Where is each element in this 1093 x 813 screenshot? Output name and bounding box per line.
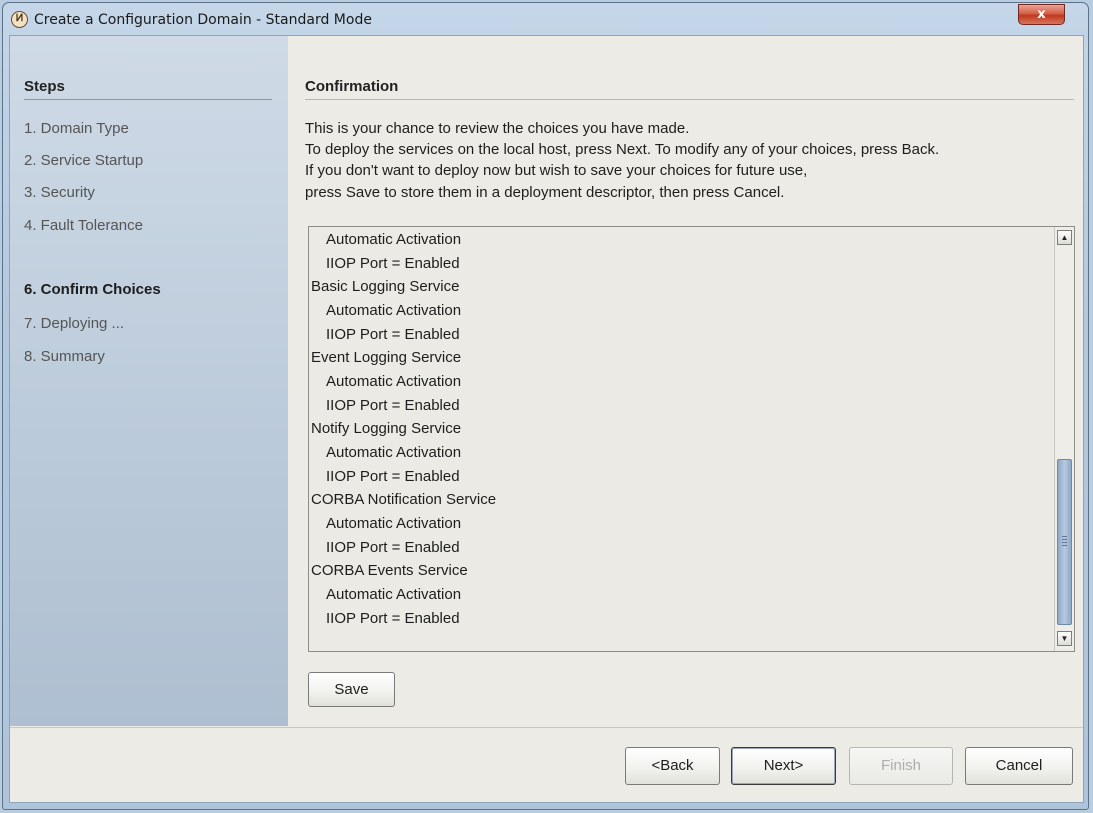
list-item: Notify Logging Service (311, 420, 462, 437)
list-item: Basic Logging Service (311, 278, 460, 295)
list-item: Automatic Activation (326, 444, 462, 461)
network-domain-icon: ꚡ (11, 11, 28, 28)
grip-line (1062, 542, 1067, 543)
list-item: Automatic Activation (326, 373, 462, 390)
scroll-thumb[interactable] (1057, 459, 1072, 625)
step-item: 4. Fault Tolerance (24, 217, 143, 234)
steps-divider (24, 99, 272, 100)
list-item: CORBA Events Service (311, 562, 468, 579)
vertical-scrollbar[interactable]: ▲ ▼ (1054, 227, 1074, 651)
list-item: Automatic Activation (326, 302, 462, 319)
step-item: 8. Summary (24, 348, 105, 365)
save-button[interactable]: Save (308, 672, 395, 707)
list-item: IIOP Port = Enabled (326, 468, 460, 485)
list-item: IIOP Port = Enabled (326, 255, 460, 272)
dialog-window: ꚡ Create a Configuration Domain - Standa… (2, 2, 1089, 810)
close-button[interactable]: x (1018, 4, 1065, 25)
intro-line: To deploy the services on the local host… (305, 141, 940, 158)
grip-line (1062, 545, 1067, 546)
list-item: IIOP Port = Enabled (326, 326, 460, 343)
title-bar[interactable]: ꚡ Create a Configuration Domain - Standa… (3, 3, 1088, 37)
grip-line (1062, 539, 1067, 540)
next-button[interactable]: Next> (731, 747, 836, 785)
cancel-button[interactable]: Cancel (965, 747, 1073, 785)
intro-line: This is your chance to review the choice… (305, 120, 690, 137)
step-item-current: 6. Confirm Choices (24, 281, 161, 298)
window-title: Create a Configuration Domain - Standard… (34, 12, 372, 28)
confirmation-heading: Confirmation (305, 78, 399, 95)
scroll-up-icon[interactable]: ▲ (1057, 230, 1072, 245)
choices-list[interactable]: Automatic Activation IIOP Port = Enabled… (308, 226, 1075, 652)
list-item: Automatic Activation (326, 586, 462, 603)
intro-line: If you don't want to deploy now but wish… (305, 162, 808, 179)
dialog-client: Steps 1. Domain Type 2. Service Startup … (9, 35, 1084, 803)
step-item: 1. Domain Type (24, 120, 129, 137)
content-divider (305, 99, 1074, 100)
step-item: 2. Service Startup (24, 152, 144, 169)
steps-heading: Steps (24, 78, 65, 95)
list-item: Automatic Activation (326, 515, 462, 532)
footer-divider (10, 727, 1083, 728)
step-item: 7. Deploying ... (24, 315, 125, 332)
grip-line (1062, 536, 1067, 537)
list-item: IIOP Port = Enabled (326, 397, 460, 414)
list-item: CORBA Notification Service (311, 491, 497, 508)
step-item: 3. Security (24, 184, 95, 201)
list-item: Automatic Activation (326, 231, 462, 248)
list-item: IIOP Port = Enabled (326, 539, 460, 556)
list-item: IIOP Port = Enabled (326, 610, 460, 627)
steps-panel: Steps 1. Domain Type 2. Service Startup … (10, 36, 288, 726)
intro-line: press Save to store them in a deployment… (305, 184, 785, 201)
scroll-down-icon[interactable]: ▼ (1057, 631, 1072, 646)
list-item: Event Logging Service (311, 349, 462, 366)
finish-button[interactable]: Finish (849, 747, 953, 785)
back-button[interactable]: <Back (625, 747, 720, 785)
